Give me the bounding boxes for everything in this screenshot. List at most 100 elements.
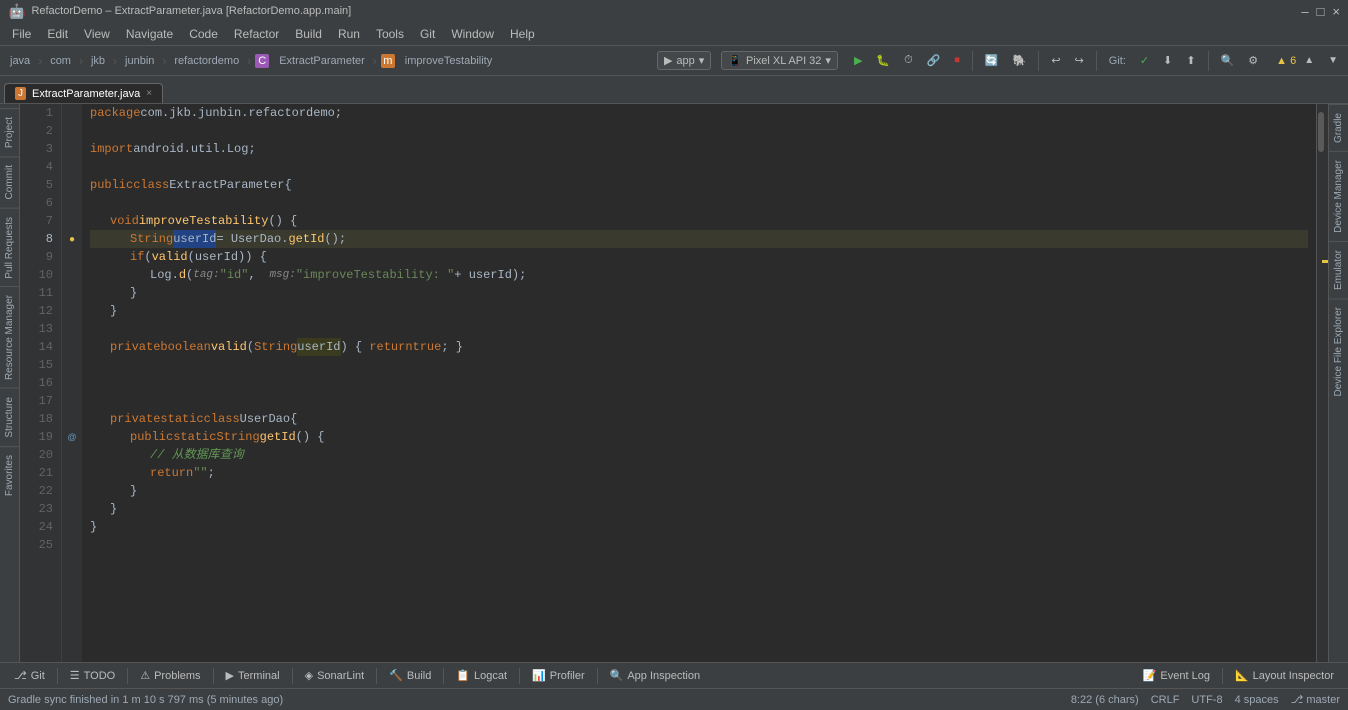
panel-emulator[interactable]: Emulator	[1329, 241, 1348, 298]
minimize-btn[interactable]: –	[1301, 4, 1308, 19]
toolbar: java › com › jkb › junbin › refactordemo…	[0, 46, 1348, 76]
attach-btn[interactable]: 🔗	[921, 52, 947, 69]
git-check[interactable]: ✓	[1134, 52, 1155, 69]
profile-btn[interactable]: ⏱	[898, 52, 919, 69]
warning-up[interactable]: ▲	[1298, 53, 1320, 68]
undo-btn[interactable]: ↩	[1045, 52, 1066, 69]
menu-edit[interactable]: Edit	[39, 25, 76, 43]
code-line-18: private static class UserDao {	[90, 410, 1308, 428]
status-indent[interactable]: 4 spaces	[1235, 694, 1279, 706]
panel-pull-requests[interactable]: Pull Requests	[0, 208, 19, 287]
search-btn[interactable]: 🔍	[1215, 52, 1241, 69]
breadcrumb-java[interactable]: java	[4, 53, 36, 69]
menu-bar: File Edit View Navigate Code Refactor Bu…	[0, 22, 1348, 46]
status-encoding[interactable]: CRLF	[1151, 694, 1180, 706]
menu-file[interactable]: File	[4, 25, 39, 43]
tool-logcat[interactable]: 📋 Logcat	[448, 667, 515, 684]
menu-help[interactable]: Help	[502, 25, 543, 43]
ln-6: 6	[24, 194, 57, 212]
stop-btn[interactable]: ⏹	[948, 52, 966, 69]
warning-count[interactable]: ▲ 6	[1276, 55, 1296, 67]
menu-tools[interactable]: Tools	[368, 25, 412, 43]
panel-resource-manager[interactable]: Resource Manager	[0, 286, 19, 388]
status-charset[interactable]: UTF-8	[1191, 694, 1222, 706]
close-btn[interactable]: ×	[1332, 4, 1340, 19]
ln-7: 7	[24, 212, 57, 230]
ln-13: 13	[24, 320, 57, 338]
panel-gradle[interactable]: Gradle	[1329, 104, 1348, 151]
gutter-22	[62, 482, 82, 500]
breadcrumb-jkb[interactable]: jkb	[85, 53, 111, 69]
menu-refactor[interactable]: Refactor	[226, 25, 287, 43]
panel-structure[interactable]: Structure	[0, 388, 19, 446]
git-push[interactable]: ⬆	[1180, 52, 1201, 69]
menu-window[interactable]: Window	[443, 25, 502, 43]
status-right: 8:22 (6 chars) CRLF UTF-8 4 spaces ⎇ mas…	[1071, 693, 1340, 706]
menu-code[interactable]: Code	[181, 25, 226, 43]
warning-down[interactable]: ▼	[1322, 53, 1344, 68]
todo-label: TODO	[84, 670, 116, 682]
code-content[interactable]: package com.jkb.junbin.refactordemo; imp…	[82, 104, 1316, 662]
panel-project[interactable]: Project	[0, 108, 19, 156]
settings-btn[interactable]: ⚙	[1242, 52, 1264, 69]
code-line-9: if (valid(userId)) {	[90, 248, 1308, 266]
code-line-15	[90, 356, 1308, 374]
breadcrumb-junbin[interactable]: junbin	[119, 53, 160, 69]
editor[interactable]: 1 2 3 4 5 6 7 8 9 10 11 12 13 14 15 16 1…	[20, 104, 1316, 662]
tab-extractparameter[interactable]: J ExtractParameter.java ×	[4, 83, 163, 103]
tool-build[interactable]: 🔨 Build	[381, 667, 439, 684]
scrollbar-thumb[interactable]	[1318, 112, 1324, 152]
tool-app-inspection[interactable]: 🔍 App Inspection	[602, 667, 708, 684]
code-line-22: }	[90, 482, 1308, 500]
menu-view[interactable]: View	[76, 25, 118, 43]
code-line-25	[90, 536, 1308, 554]
run-btn[interactable]: ▶	[848, 52, 868, 69]
gutter-23	[62, 500, 82, 518]
tool-event-log[interactable]: 📝 Event Log	[1135, 667, 1218, 684]
bottom-toolbar: ⎇ Git ☰ TODO ⚠ Problems ▶ Terminal ◈ Son…	[0, 662, 1348, 688]
panel-favorites[interactable]: Favorites	[0, 446, 19, 504]
code-line-17	[90, 392, 1308, 410]
tool-terminal[interactable]: ▶ Terminal	[218, 667, 288, 684]
redo-btn[interactable]: ↪	[1069, 52, 1090, 69]
status-branch[interactable]: ⎇ master	[1291, 693, 1340, 706]
breadcrumb-com[interactable]: com	[44, 53, 77, 69]
debug-btn[interactable]: 🐛	[870, 52, 896, 69]
gutter-12	[62, 302, 82, 320]
maximize-btn[interactable]: □	[1317, 4, 1325, 19]
gradle-btn[interactable]: 🐘	[1007, 52, 1033, 69]
tool-sep-6	[443, 668, 444, 684]
tool-sep-7	[519, 668, 520, 684]
tool-todo[interactable]: ☰ TODO	[62, 667, 123, 684]
breadcrumb-refactordemo[interactable]: refactordemo	[168, 53, 245, 69]
tool-sonarlint[interactable]: ◈ SonarLint	[297, 667, 373, 684]
tab-close-btn[interactable]: ×	[146, 88, 152, 99]
tool-git[interactable]: ⎇ Git	[6, 667, 53, 684]
panel-commit[interactable]: Commit	[0, 156, 19, 207]
menu-navigate[interactable]: Navigate	[118, 25, 181, 43]
code-line-14: private boolean valid(String userId) { r…	[90, 338, 1308, 356]
build-label: Build	[407, 670, 431, 682]
breadcrumb-method[interactable]: improveTestability	[399, 53, 498, 69]
tool-profiler[interactable]: 📊 Profiler	[524, 667, 593, 684]
panel-device-manager[interactable]: Device Manager	[1329, 151, 1348, 241]
layout-inspector-label: Layout Inspector	[1253, 670, 1334, 682]
terminal-label: Terminal	[238, 670, 280, 682]
app-selector[interactable]: ▶ app ▾	[657, 51, 711, 70]
menu-build[interactable]: Build	[287, 25, 330, 43]
tool-sep-right-1	[1222, 668, 1223, 684]
breadcrumb-extractparameter[interactable]: ExtractParameter	[273, 53, 371, 69]
menu-git[interactable]: Git	[412, 25, 443, 43]
ln-3: 3	[24, 140, 57, 158]
tool-problems[interactable]: ⚠ Problems	[132, 667, 208, 684]
tool-layout-inspector[interactable]: 📐 Layout Inspector	[1227, 667, 1342, 684]
git-update[interactable]: ⬇	[1157, 52, 1178, 69]
sync-btn[interactable]: 🔄	[979, 52, 1005, 69]
device-selector[interactable]: 📱 Pixel XL API 32 ▾	[721, 51, 838, 70]
panel-device-file-explorer[interactable]: Device File Explorer	[1329, 298, 1348, 404]
menu-run[interactable]: Run	[330, 25, 368, 43]
scrollbar[interactable]	[1316, 104, 1328, 662]
status-position[interactable]: 8:22 (6 chars)	[1071, 694, 1139, 706]
tool-sep-3	[213, 668, 214, 684]
window-controls[interactable]: – □ ×	[1301, 4, 1340, 19]
